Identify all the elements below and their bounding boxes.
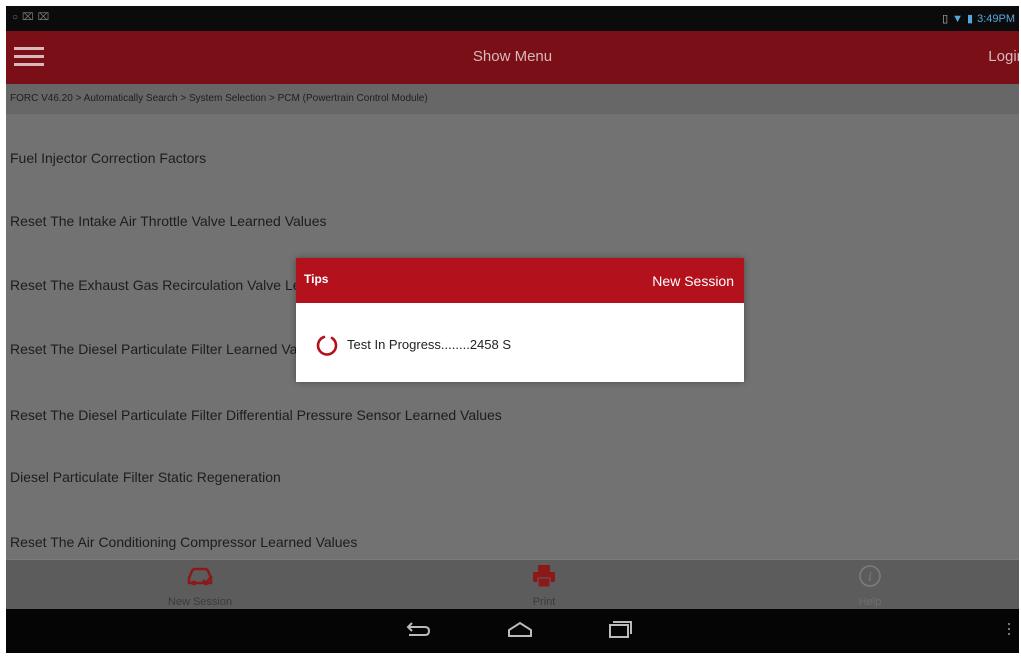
overflow-menu-icon[interactable] — [1007, 623, 1011, 637]
breadcrumb: FORC V46.20 > Automatically Search > Sys… — [6, 84, 1019, 114]
new-session-button[interactable]: New Session — [100, 560, 300, 610]
help-label: Help — [858, 596, 882, 608]
signal-icon: ○ — [12, 12, 23, 23]
status-left-icons: ○⌧⌧ — [12, 12, 53, 23]
home-icon[interactable] — [505, 619, 535, 641]
svg-text:i: i — [868, 570, 872, 585]
new-session-dialog-button[interactable]: New Session — [652, 273, 734, 289]
login-button[interactable]: Login — [988, 48, 1019, 65]
print-button[interactable]: Print — [444, 560, 644, 610]
android-nav-bar — [6, 609, 1019, 653]
new-session-label: New Session — [167, 596, 233, 608]
dialog-title: Tips — [304, 272, 329, 286]
help-button[interactable]: i Help — [770, 560, 970, 610]
dialog-body: Test In Progress........2458 S — [296, 303, 744, 382]
recent-apps-icon[interactable] — [605, 619, 635, 641]
app-frame: ○⌧⌧ ▯▼▮3:49PM Show Menu Login FORC V46.2… — [6, 6, 1019, 653]
wifi-icon: ▼ — [952, 13, 964, 25]
sim-icon: ▯ — [942, 13, 949, 25]
usb-icon: ⌧ — [22, 12, 38, 23]
dialog-header: Tips New Session — [296, 258, 744, 303]
bottom-toolbar: New Session Print i Help — [6, 559, 1019, 610]
loading-spinner-icon — [316, 335, 338, 356]
status-bar: ○⌧⌧ ▯ ▼ ▮ 3:49PM — [6, 6, 1019, 31]
list-item[interactable]: Diesel Particulate Filter Static Regener… — [6, 467, 1019, 527]
list-item[interactable]: Reset The Diesel Particulate Filter Diff… — [6, 405, 1019, 465]
back-icon[interactable] — [403, 619, 433, 641]
status-right: ▯ ▼ ▮ 3:49PM — [938, 12, 1015, 25]
debug-icon: ⌧ — [37, 12, 54, 23]
battery-icon: ▮ — [967, 13, 974, 25]
tips-dialog: Tips New Session Test In Progress.......… — [296, 258, 744, 382]
print-label: Print — [532, 596, 556, 608]
car-icon — [187, 567, 213, 586]
top-bar: Show Menu Login — [6, 31, 1019, 84]
info-icon: i — [859, 565, 881, 587]
list-item[interactable]: Fuel Injector Correction Factors — [6, 148, 1019, 208]
status-time: 3:49PM — [977, 13, 1015, 25]
show-menu-title[interactable]: Show Menu — [6, 48, 1019, 65]
progress-message: Test In Progress........2458 S — [347, 337, 512, 352]
printer-icon — [533, 565, 555, 588]
